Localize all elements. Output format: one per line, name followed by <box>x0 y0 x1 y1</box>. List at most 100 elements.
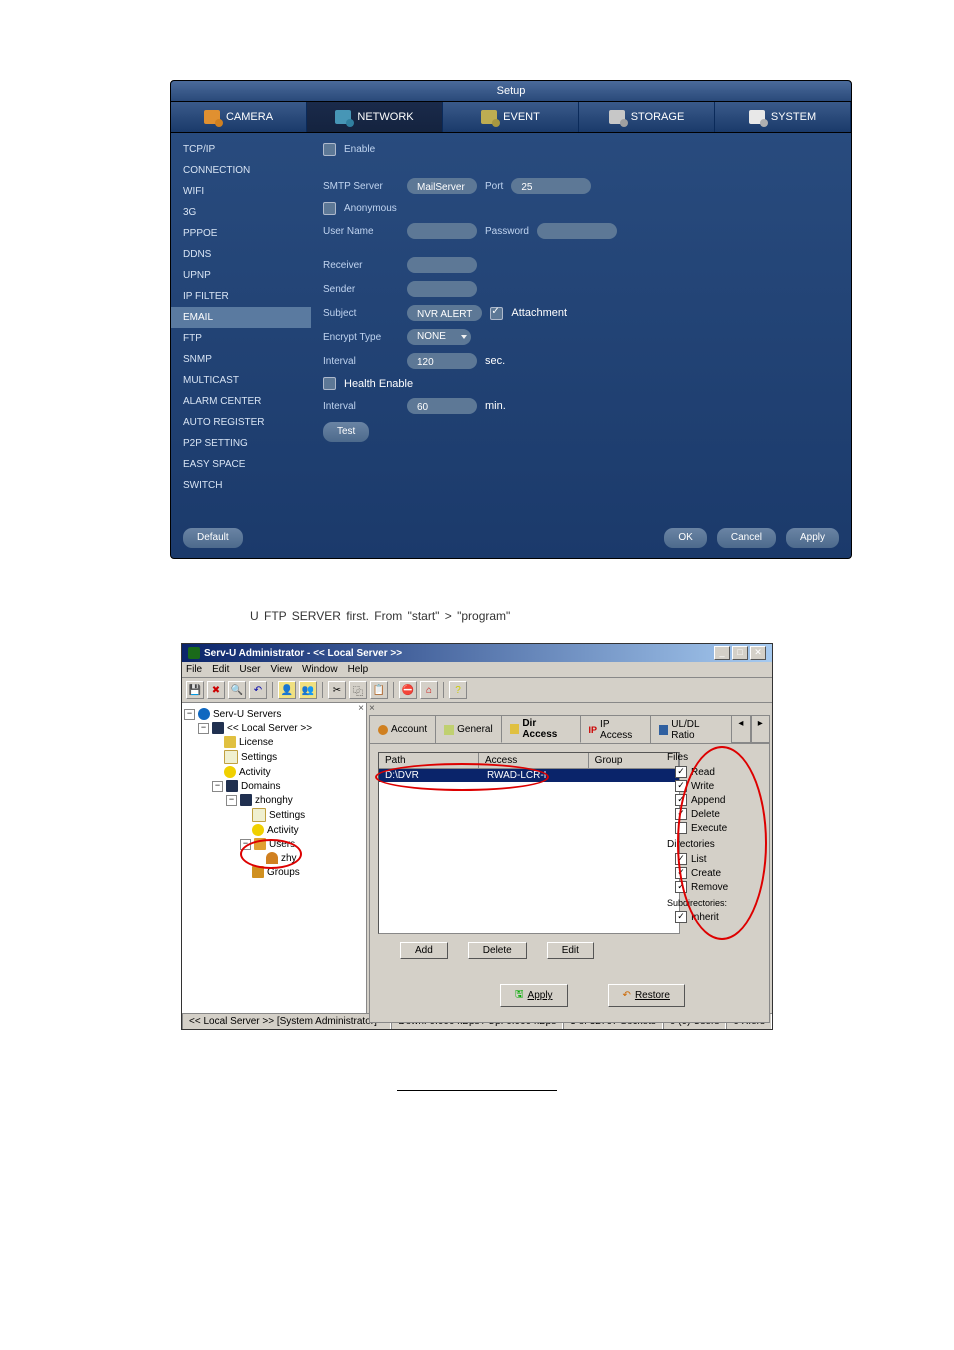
ok-button[interactable]: OK <box>664 528 706 548</box>
password-input[interactable] <box>537 223 617 239</box>
encrypt-select[interactable]: NONE <box>407 329 471 345</box>
toolbar-help-icon[interactable]: ? <box>449 681 467 699</box>
tab-network[interactable]: NETWORK <box>307 102 443 132</box>
anonymous-checkbox[interactable] <box>323 202 336 215</box>
sidebar-item-wifi[interactable]: WIFI <box>171 181 311 202</box>
tab-system[interactable]: SYSTEM <box>715 102 851 132</box>
sidebar-item-switch[interactable]: SWITCH <box>171 475 311 496</box>
maximize-button[interactable]: □ <box>732 646 748 660</box>
tab-ratio[interactable]: UL/DL Ratio <box>650 715 732 743</box>
expand-icon[interactable]: − <box>184 709 195 720</box>
tree-domains[interactable]: Domains <box>241 781 280 792</box>
sidebar-item-tcpip[interactable]: TCP/IP <box>171 139 311 160</box>
toolbar-delete-icon[interactable]: ✖ <box>207 681 225 699</box>
tab-account-label: Account <box>391 724 427 735</box>
sidebar-item-snmp[interactable]: SNMP <box>171 349 311 370</box>
sidebar-item-easyspace[interactable]: EASY SPACE <box>171 454 311 475</box>
menu-edit[interactable]: Edit <box>212 664 229 675</box>
toolbar-newuser-icon[interactable]: 👤 <box>278 681 296 699</box>
toolbar-home-icon[interactable]: ⌂ <box>420 681 438 699</box>
menu-view[interactable]: View <box>270 664 292 675</box>
add-button[interactable]: Add <box>400 942 448 959</box>
tab-account[interactable]: Account <box>369 715 436 743</box>
sidebar-item-ddns[interactable]: DDNS <box>171 244 311 265</box>
restore-button[interactable]: ↶Restore <box>608 984 685 1007</box>
tree-settings[interactable]: Settings <box>241 752 277 763</box>
setup-footer: Default OK Cancel Apply <box>171 518 851 558</box>
toolbar-newgroup-icon[interactable]: 👥 <box>299 681 317 699</box>
sidebar-item-autoregister[interactable]: AUTO REGISTER <box>171 412 311 433</box>
menu-help[interactable]: Help <box>348 664 369 675</box>
inherit-checkbox[interactable]: ✓ <box>675 911 687 923</box>
attachment-checkbox[interactable] <box>490 307 503 320</box>
toolbar-cut-icon[interactable]: ✂ <box>328 681 346 699</box>
username-input[interactable] <box>407 223 477 239</box>
pane-close-icon[interactable]: × <box>369 703 375 714</box>
expand-icon[interactable]: − <box>198 723 209 734</box>
test-button[interactable]: Test <box>323 422 369 442</box>
sidebar-item-email[interactable]: EMAIL <box>171 307 311 328</box>
sidebar-item-p2p[interactable]: P2P SETTING <box>171 433 311 454</box>
enable-checkbox[interactable] <box>323 143 336 156</box>
apply-button[interactable]: 🖫Apply <box>500 984 568 1007</box>
health-checkbox[interactable] <box>323 377 336 390</box>
sidebar-item-multicast[interactable]: MULTICAST <box>171 370 311 391</box>
receiver-input[interactable] <box>407 257 477 273</box>
page-footer-line <box>397 1090 557 1091</box>
menu-user[interactable]: User <box>239 664 260 675</box>
tree-license[interactable]: License <box>239 737 273 748</box>
edit-button[interactable]: Edit <box>547 942 594 959</box>
toolbar-stop-icon[interactable]: ⛔ <box>399 681 417 699</box>
cancel-button[interactable]: Cancel <box>717 528 776 548</box>
tree-domain[interactable]: zhonghy <box>255 795 293 806</box>
smtp-input[interactable]: MailServer <box>407 178 477 194</box>
delete-button[interactable]: Delete <box>468 942 527 959</box>
tab-scroll-right[interactable]: ▸ <box>751 715 770 743</box>
toolbar-save-icon[interactable]: 💾 <box>186 681 204 699</box>
interval2-input[interactable]: 60 <box>407 398 477 414</box>
tab-camera[interactable]: CAMERA <box>171 102 307 132</box>
sidebar-item-connection[interactable]: CONNECTION <box>171 160 311 181</box>
tab-event[interactable]: EVENT <box>443 102 579 132</box>
interval2-label: Interval <box>323 401 399 412</box>
sidebar-item-pppoe[interactable]: PPPOE <box>171 223 311 244</box>
sidebar-item-alarmcenter[interactable]: ALARM CENTER <box>171 391 311 412</box>
apply-button[interactable]: Apply <box>786 528 839 548</box>
expand-icon[interactable]: − <box>212 781 223 792</box>
sidebar-item-3g[interactable]: 3G <box>171 202 311 223</box>
caption-text: U FTP SERVER first. From "start" > "prog… <box>170 609 930 623</box>
expand-icon[interactable]: − <box>226 795 237 806</box>
minimize-button[interactable]: _ <box>714 646 730 660</box>
toolbar-find-icon[interactable]: 🔍 <box>228 681 246 699</box>
tab-general[interactable]: General <box>435 715 502 743</box>
tree-root[interactable]: Serv-U Servers <box>213 709 281 720</box>
tab-ipaccess[interactable]: IPIP Access <box>580 715 651 743</box>
col-group[interactable]: Group <box>589 753 679 768</box>
toolbar-undo-icon[interactable]: ↶ <box>249 681 267 699</box>
tree-local[interactable]: << Local Server >> <box>227 723 312 734</box>
close-button[interactable]: ✕ <box>750 646 766 660</box>
path-list: Path Access Group D:\DVR RWAD-LCR-I <box>378 752 680 934</box>
network-icon <box>335 110 351 124</box>
sender-input[interactable] <box>407 281 477 297</box>
tab-scroll-left[interactable]: ◂ <box>731 715 750 743</box>
read-checkbox[interactable]: ✓ <box>675 766 687 778</box>
interval1-input[interactable]: 120 <box>407 353 477 369</box>
default-button[interactable]: Default <box>183 528 243 548</box>
tree-activity[interactable]: Activity <box>239 767 271 778</box>
menu-window[interactable]: Window <box>302 664 338 675</box>
toolbar-paste-icon[interactable]: 📋 <box>370 681 388 699</box>
subject-input[interactable]: NVR ALERT <box>407 305 482 321</box>
tab-diraccess[interactable]: Dir Access <box>501 715 581 743</box>
annotation-circle-icon <box>240 839 302 869</box>
tree-dactivity[interactable]: Activity <box>267 825 299 836</box>
tree-close-icon[interactable]: × <box>358 703 364 714</box>
menu-file[interactable]: File <box>186 664 202 675</box>
tab-storage[interactable]: STORAGE <box>579 102 715 132</box>
port-input[interactable]: 25 <box>511 178 591 194</box>
sidebar-item-upnp[interactable]: UPNP <box>171 265 311 286</box>
sidebar-item-ipfilter[interactable]: IP FILTER <box>171 286 311 307</box>
tree-dsettings[interactable]: Settings <box>269 810 305 821</box>
sidebar-item-ftp[interactable]: FTP <box>171 328 311 349</box>
toolbar-copy-icon[interactable]: ⿻ <box>349 681 367 699</box>
